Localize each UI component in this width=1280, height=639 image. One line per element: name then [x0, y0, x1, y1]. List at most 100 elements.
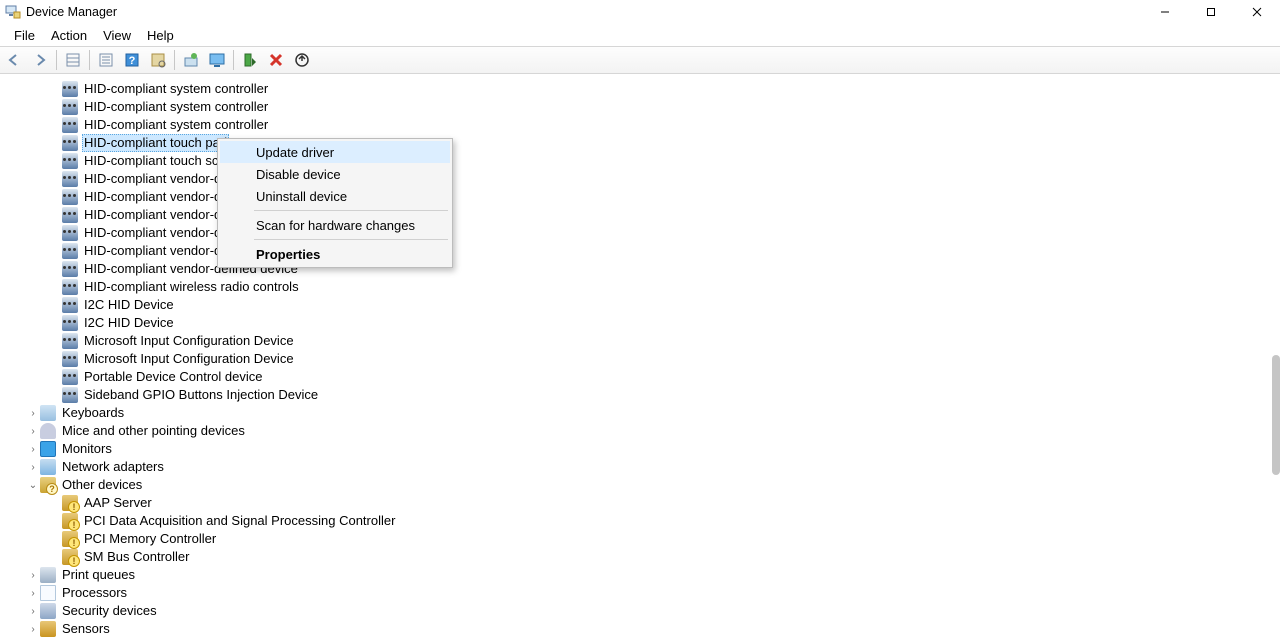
category-item[interactable]: ›Processors	[0, 584, 1280, 602]
minimize-button[interactable]	[1142, 0, 1188, 24]
context-menu: Update driver Disable device Uninstall d…	[217, 138, 453, 268]
device-label: HID-compliant system controller	[82, 98, 270, 116]
category-label: Other devices	[60, 476, 144, 494]
device-item[interactable]: HID-compliant system controller	[0, 98, 1280, 116]
category-label: Keyboards	[60, 404, 126, 422]
chevron-right-icon[interactable]: ›	[26, 606, 40, 617]
category-item[interactable]: › Mice and other pointing devices	[0, 422, 1280, 440]
properties-button[interactable]	[94, 48, 118, 72]
hid-device-icon	[62, 153, 78, 169]
hid-device-icon	[62, 225, 78, 241]
menu-help[interactable]: Help	[139, 26, 182, 45]
device-item[interactable]: HID-compliant system controller	[0, 116, 1280, 134]
device-label: PCI Data Acquisition and Signal Processi…	[82, 512, 397, 530]
category-item[interactable]: ⌄ Other devices	[0, 476, 1280, 494]
ctx-uninstall-device[interactable]: Uninstall device	[220, 185, 450, 207]
device-label: Portable Device Control device	[82, 368, 264, 386]
close-button[interactable]	[1234, 0, 1280, 24]
update-driver-button[interactable]	[179, 48, 203, 72]
device-item[interactable]: HID-compliant vendor-defined device	[0, 206, 1280, 224]
device-label: I2C HID Device	[82, 296, 176, 314]
category-item[interactable]: › Security devices	[0, 602, 1280, 620]
device-item[interactable]: HID-compliant system controller	[0, 80, 1280, 98]
device-item[interactable]: I2C HID Device	[0, 296, 1280, 314]
cat-sens-icon	[40, 621, 56, 637]
monitor-icon-button[interactable]	[205, 48, 229, 72]
show-hide-tree-button[interactable]	[61, 48, 85, 72]
ctx-update-driver[interactable]: Update driver	[220, 141, 450, 163]
hid-device-icon	[62, 99, 78, 115]
hid-device-icon	[62, 297, 78, 313]
maximize-button[interactable]	[1188, 0, 1234, 24]
cat-sec-icon	[40, 603, 56, 619]
menu-file[interactable]: File	[6, 26, 43, 45]
hid-device-icon	[62, 243, 78, 259]
device-item[interactable]: HID-compliant vendor-defined device	[0, 188, 1280, 206]
cat-print-icon	[40, 567, 56, 583]
cat-proc-icon	[40, 585, 56, 601]
chevron-right-icon[interactable]: ›	[26, 462, 40, 473]
device-item[interactable]: PCI Memory Controller	[0, 530, 1280, 548]
device-tree[interactable]: HID-compliant system controllerHID-compl…	[0, 74, 1280, 639]
device-item[interactable]: AAP Server	[0, 494, 1280, 512]
ctx-scan-hardware[interactable]: Scan for hardware changes	[220, 214, 450, 236]
device-item[interactable]: I2C HID Device	[0, 314, 1280, 332]
category-item[interactable]: › Print queues	[0, 566, 1280, 584]
hid-device-icon	[62, 117, 78, 133]
device-item[interactable]: Microsoft Input Configuration Device	[0, 350, 1280, 368]
chevron-down-icon[interactable]: ⌄	[26, 480, 40, 491]
device-item[interactable]: HID-compliant touch pad	[0, 134, 1280, 152]
device-item[interactable]: HID-compliant wireless radio controls	[0, 278, 1280, 296]
help-button[interactable]: ?	[120, 48, 144, 72]
chevron-right-icon[interactable]: ›	[26, 444, 40, 455]
warning-device-icon	[62, 531, 78, 547]
device-item[interactable]: Portable Device Control device	[0, 368, 1280, 386]
chevron-right-icon[interactable]: ›	[26, 426, 40, 437]
device-item[interactable]: HID-compliant vendor-defined device	[0, 242, 1280, 260]
chevron-right-icon[interactable]: ›	[26, 624, 40, 635]
cat-kbd-icon	[40, 405, 56, 421]
uninstall-device-button[interactable]	[290, 48, 314, 72]
menubar: File Action View Help	[0, 24, 1280, 46]
nav-back-button[interactable]	[2, 48, 26, 72]
ctx-properties[interactable]: Properties	[220, 243, 450, 265]
hid-device-icon	[62, 81, 78, 97]
device-item[interactable]: SM Bus Controller	[0, 548, 1280, 566]
category-item[interactable]: ›Monitors	[0, 440, 1280, 458]
category-label: Network adapters	[60, 458, 166, 476]
device-item[interactable]: HID-compliant vendor-defined device	[0, 260, 1280, 278]
hid-device-icon	[62, 351, 78, 367]
category-item[interactable]: › Network adapters	[0, 458, 1280, 476]
device-item[interactable]: PCI Data Acquisition and Signal Processi…	[0, 512, 1280, 530]
category-label: Security devices	[60, 602, 159, 620]
scrollbar-thumb[interactable]	[1272, 355, 1280, 475]
device-item[interactable]: Microsoft Input Configuration Device	[0, 332, 1280, 350]
device-label: AAP Server	[82, 494, 154, 512]
category-item[interactable]: › Sensors	[0, 620, 1280, 638]
category-label: Mice and other pointing devices	[60, 422, 247, 440]
category-item[interactable]: › Keyboards	[0, 404, 1280, 422]
hid-device-icon	[62, 315, 78, 331]
chevron-right-icon[interactable]: ›	[26, 588, 40, 599]
device-item[interactable]: HID-compliant vendor-defined device	[0, 224, 1280, 242]
chevron-right-icon[interactable]: ›	[26, 570, 40, 581]
device-label: PCI Memory Controller	[82, 530, 218, 548]
category-label: Sensors	[60, 620, 112, 638]
disable-device-button[interactable]	[264, 48, 288, 72]
menu-action[interactable]: Action	[43, 26, 95, 45]
cat-mouse-icon	[40, 423, 56, 439]
nav-forward-button[interactable]	[28, 48, 52, 72]
cat-net-icon	[40, 459, 56, 475]
app-icon	[5, 4, 21, 20]
category-label: Print queues	[60, 566, 137, 584]
hid-device-icon	[62, 333, 78, 349]
ctx-disable-device[interactable]: Disable device	[220, 163, 450, 185]
device-item[interactable]: HID-compliant touch screen	[0, 152, 1280, 170]
device-item[interactable]: HID-compliant vendor-defined device	[0, 170, 1280, 188]
chevron-right-icon[interactable]: ›	[26, 408, 40, 419]
toolbar-sep	[233, 50, 234, 70]
device-item[interactable]: Sideband GPIO Buttons Injection Device	[0, 386, 1280, 404]
enable-device-button[interactable]	[238, 48, 262, 72]
menu-view[interactable]: View	[95, 26, 139, 45]
scan-hardware-button[interactable]	[146, 48, 170, 72]
